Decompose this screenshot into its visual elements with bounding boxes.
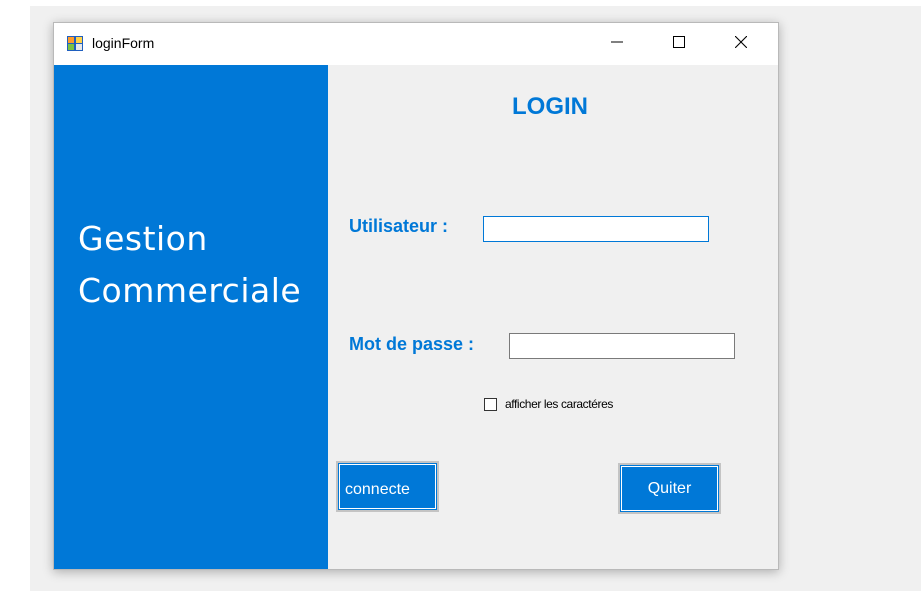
brand-title-line2: Commerciale bbox=[78, 271, 302, 310]
quit-button[interactable]: Quiter bbox=[618, 463, 721, 514]
username-label: Utilisateur : bbox=[349, 216, 449, 236]
show-characters-label[interactable]: afficher les caractéres bbox=[505, 397, 613, 411]
close-icon bbox=[734, 35, 748, 53]
show-characters-option[interactable]: afficher les caractéres bbox=[484, 396, 613, 412]
brand-title-line1: Gestion bbox=[78, 219, 208, 258]
winform-app-icon bbox=[67, 36, 83, 51]
close-button[interactable] bbox=[718, 23, 764, 65]
brand-panel: Gestion Commerciale bbox=[54, 65, 328, 569]
show-characters-checkbox[interactable] bbox=[484, 397, 497, 411]
maximize-icon bbox=[673, 35, 685, 53]
password-label: Mot de passe : bbox=[349, 334, 475, 354]
minimize-icon bbox=[611, 35, 623, 53]
login-window: loginForm Gestion Commerciale LOGIN Util… bbox=[53, 22, 779, 570]
password-input[interactable] bbox=[509, 333, 735, 359]
login-heading: LOGIN bbox=[512, 93, 588, 120]
window-title: loginForm bbox=[92, 35, 155, 51]
connect-button[interactable]: connecte bbox=[336, 461, 439, 512]
maximize-button[interactable] bbox=[656, 23, 702, 65]
minimize-button[interactable] bbox=[594, 23, 640, 65]
title-bar[interactable]: loginForm bbox=[54, 23, 778, 65]
username-input[interactable] bbox=[483, 216, 709, 242]
